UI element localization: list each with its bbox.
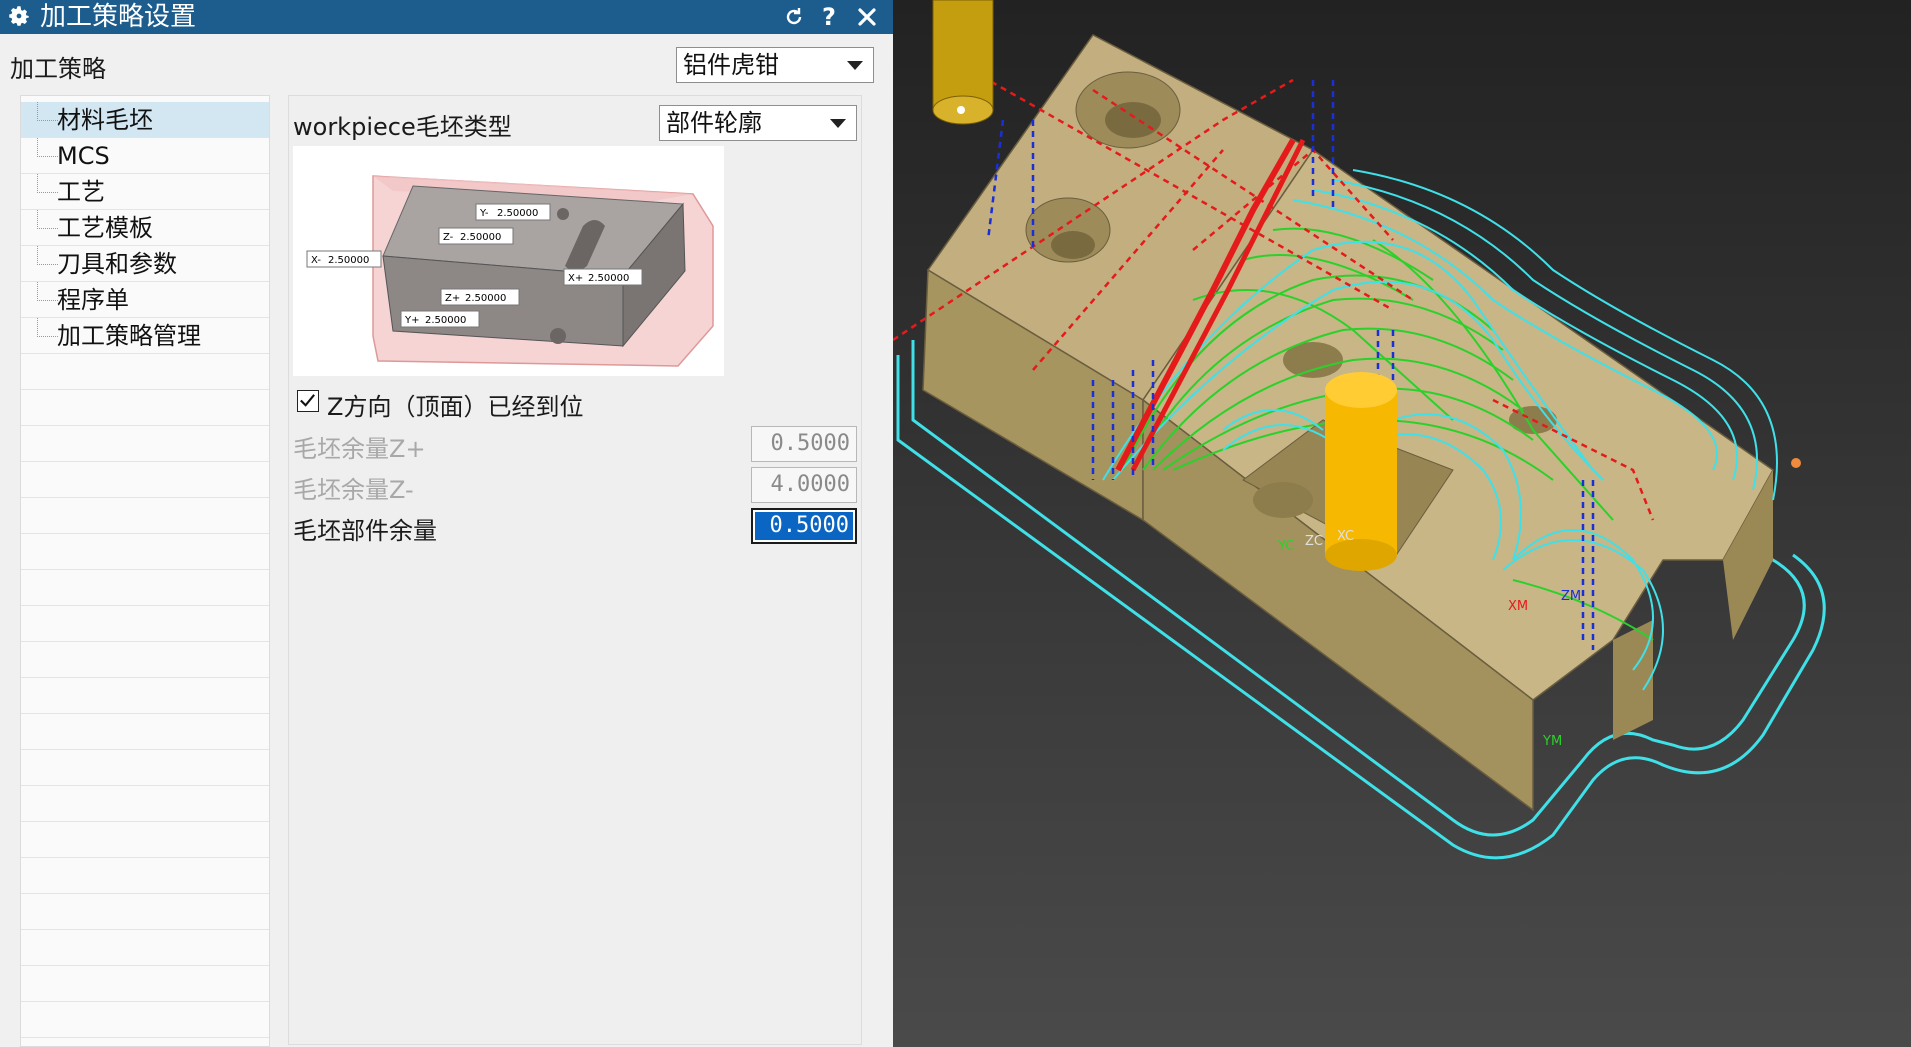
- tree-item-label: 加工策略管理: [57, 322, 201, 350]
- tree-item-label: 刀具和参数: [57, 250, 177, 278]
- tree-empty-row: [21, 786, 269, 822]
- tree-empty-row: [21, 678, 269, 714]
- reset-icon: [786, 8, 802, 25]
- blank-part-allowance-field[interactable]: 0.5000: [751, 508, 857, 544]
- tree-empty-row: [21, 894, 269, 930]
- tree-item-mcs[interactable]: MCS: [21, 138, 269, 174]
- svg-text:X+: X+: [568, 273, 583, 284]
- svg-text:ZC: ZC: [1305, 534, 1323, 549]
- blank-z-minus-field[interactable]: 4.0000: [751, 467, 857, 503]
- chevron-down-icon: [847, 61, 863, 70]
- tree-item-tools-params[interactable]: 刀具和参数: [21, 246, 269, 282]
- svg-text:YM: YM: [1542, 734, 1562, 749]
- tree-item-process-template[interactable]: 工艺模板: [21, 210, 269, 246]
- cutter-tool: [932, 0, 994, 125]
- svg-text:X-: X-: [311, 255, 321, 266]
- strategy-value: 铝件虎钳: [683, 51, 779, 79]
- tree-empty-row: [21, 750, 269, 786]
- tree-empty-row: [21, 822, 269, 858]
- close-button[interactable]: [853, 3, 881, 31]
- machining-strategy-dialog: 加工策略设置 ? 加工策略 铝件虎钳 材料毛坯 MCS 工艺 工艺模板 刀具和参…: [0, 0, 893, 1047]
- help-button[interactable]: ?: [815, 3, 843, 31]
- dim-z-minus: Z- 2.50000: [438, 227, 514, 245]
- tree-item-blank-material[interactable]: 材料毛坯: [21, 102, 269, 138]
- title-bar: 加工策略设置 ?: [0, 0, 893, 34]
- tree-empty-row: [21, 714, 269, 750]
- svg-text:2.50000: 2.50000: [588, 273, 629, 284]
- dim-z-plus: Z+ 2.50000: [440, 288, 520, 306]
- strategy-dropdown[interactable]: 铝件虎钳: [676, 47, 874, 83]
- tree-empty-row: [21, 534, 269, 570]
- tree-item-label: 材料毛坯: [57, 106, 153, 134]
- z-reached-label: Z方向（顶面）已经到位: [327, 393, 584, 421]
- blank-preview-drawing: Y- 2.50000 Z- 2.50000 X- 2.50000 X+ 2.50…: [306, 175, 714, 367]
- dim-x-plus: X+ 2.50000: [563, 268, 643, 286]
- svg-text:Y-: Y-: [479, 208, 489, 219]
- svg-text:ZM: ZM: [1561, 589, 1581, 604]
- tree-empty-row: [21, 498, 269, 534]
- tree-item-label: 程序单: [57, 286, 129, 314]
- tree-empty-row: [21, 930, 269, 966]
- tree-empty-row: [21, 354, 269, 390]
- strategy-label: 加工策略: [10, 55, 106, 83]
- blank-part-allowance-value: 0.5000: [755, 512, 853, 540]
- tree-empty-row: [21, 966, 269, 1002]
- gear-icon: [9, 6, 29, 26]
- tree-empty-row: [21, 426, 269, 462]
- tree-empty-row: [21, 390, 269, 426]
- strategy-tree: 材料毛坯 MCS 工艺 工艺模板 刀具和参数 程序单 加工策略管理: [20, 95, 270, 1047]
- blank-part-allowance-label: 毛坯部件余量: [293, 517, 437, 545]
- svg-text:2.50000: 2.50000: [497, 208, 538, 219]
- svg-text:Z-: Z-: [443, 232, 454, 243]
- tree-empty-row: [21, 570, 269, 606]
- tree-empty-row: [21, 642, 269, 678]
- graphics-viewport[interactable]: YC ZC XC XM ZM YM: [893, 0, 1911, 1047]
- z-reached-checkbox[interactable]: [297, 390, 319, 412]
- svg-text:XC: XC: [1337, 529, 1354, 544]
- dialog-title: 加工策略设置: [40, 2, 197, 32]
- tree-item-label: 工艺模板: [57, 214, 153, 242]
- help-icon: ?: [822, 3, 836, 31]
- svg-text:Z+: Z+: [445, 293, 460, 304]
- center-post: [1325, 372, 1397, 571]
- svg-text:XM: XM: [1508, 599, 1528, 614]
- svg-text:YC: YC: [1277, 539, 1294, 554]
- tree-item-program-list[interactable]: 程序单: [21, 282, 269, 318]
- tree-item-strategy-management[interactable]: 加工策略管理: [21, 318, 269, 354]
- blank-z-plus-field[interactable]: 0.5000: [751, 426, 857, 462]
- blank-preview-image: Y- 2.50000 Z- 2.50000 X- 2.50000 X+ 2.50…: [293, 146, 724, 376]
- toolpath-scene: YC ZC XC XM ZM YM: [893, 0, 1911, 1047]
- chevron-down-icon: [830, 119, 846, 128]
- tree-item-label: 工艺: [57, 178, 105, 206]
- tree-empty-row: [21, 1002, 269, 1038]
- svg-text:2.50000: 2.50000: [328, 255, 369, 266]
- close-icon: [858, 8, 876, 26]
- dim-y-minus: Y- 2.50000: [475, 203, 551, 221]
- tree-empty-row: [21, 606, 269, 642]
- blank-z-minus-label: 毛坯余量Z-: [293, 476, 414, 504]
- svg-text:2.50000: 2.50000: [460, 232, 501, 243]
- workpiece-type-label: workpiece毛坯类型: [293, 113, 512, 141]
- workpiece-type-value: 部件轮廓: [666, 109, 762, 137]
- workpiece-type-dropdown[interactable]: 部件轮廓: [659, 105, 857, 141]
- tree-item-process[interactable]: 工艺: [21, 174, 269, 210]
- blank-z-plus-label: 毛坯余量Z+: [293, 435, 426, 463]
- orange-marker: [1791, 458, 1801, 468]
- svg-text:2.50000: 2.50000: [465, 293, 506, 304]
- dim-y-plus: Y+ 2.50000: [400, 310, 480, 328]
- tree-empty-row: [21, 462, 269, 498]
- svg-text:Y+: Y+: [404, 315, 420, 326]
- check-icon: [300, 394, 315, 407]
- blank-settings-panel: workpiece毛坯类型 部件轮廓 Y- 2.50000 Z- 2.50000…: [288, 95, 862, 1045]
- tree-empty-row: [21, 858, 269, 894]
- reset-button[interactable]: [780, 3, 808, 31]
- svg-text:2.50000: 2.50000: [425, 315, 466, 326]
- dim-x-minus: X- 2.50000: [306, 250, 382, 268]
- tree-item-label: MCS: [57, 142, 110, 170]
